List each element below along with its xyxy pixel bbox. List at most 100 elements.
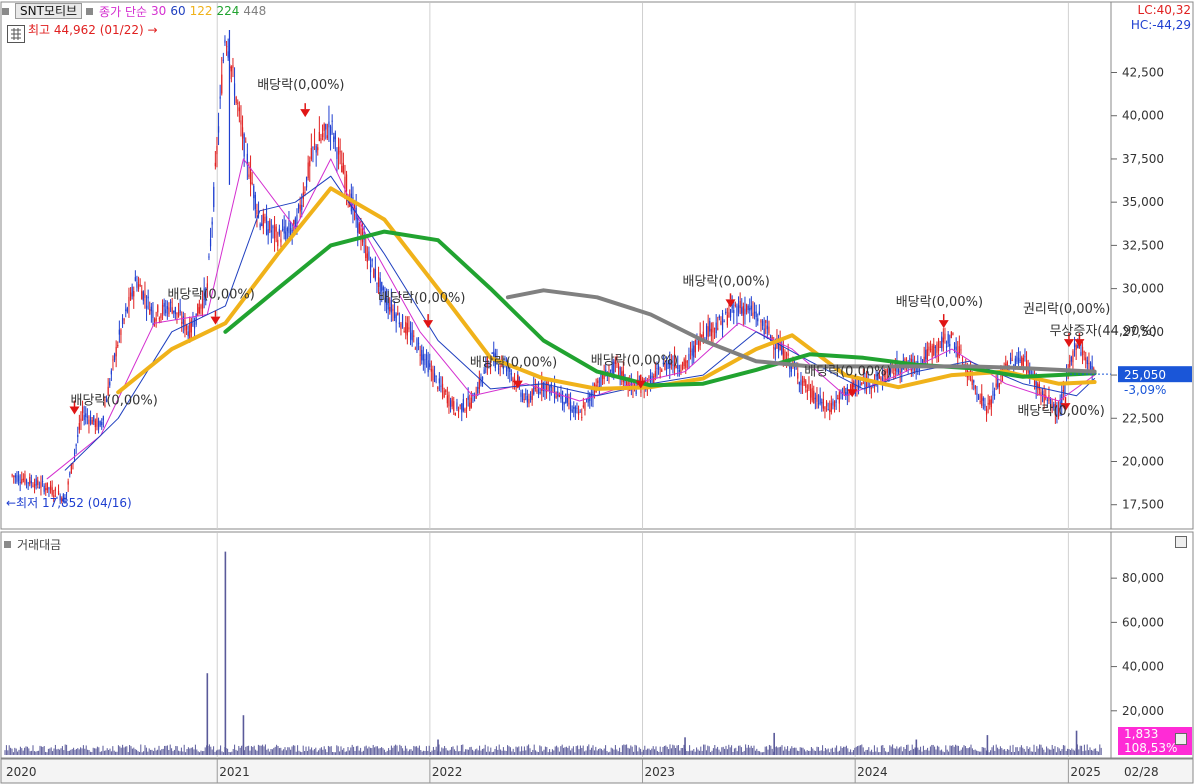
candle-body: [990, 399, 992, 408]
candle-body: [648, 376, 650, 378]
candle-body: [265, 216, 268, 235]
hc-value: HC:-44,29: [1130, 18, 1191, 32]
candle-body: [733, 309, 735, 314]
candle-body: [46, 482, 48, 491]
candle-body: [251, 182, 253, 184]
candle-body: [477, 386, 479, 394]
candle-body: [118, 329, 120, 335]
candle-body: [461, 403, 463, 413]
candle-body: [153, 318, 156, 323]
candle-body: [35, 478, 37, 486]
candle-body: [395, 314, 397, 323]
dividend-label: 배당락(0,00%): [682, 274, 769, 289]
candle-body: [976, 392, 978, 396]
candle-body: [368, 251, 370, 260]
x-axis-label: 2025: [1070, 765, 1101, 779]
candle-body: [221, 74, 223, 94]
candle-body: [48, 487, 50, 490]
candle-body: [288, 222, 290, 234]
candle-body: [974, 385, 976, 389]
candle-body: [1062, 389, 1064, 392]
candle-body: [16, 475, 18, 482]
candle-body: [510, 373, 512, 375]
grid-tool-icon[interactable]: [7, 25, 25, 43]
candle-body: [1080, 351, 1082, 356]
candle-body: [25, 479, 28, 483]
candle-body: [22, 478, 24, 481]
candle-body: [745, 304, 748, 312]
candle-body: [409, 332, 412, 340]
candle-body: [144, 293, 146, 298]
price-tick-label: 22,500: [1122, 411, 1164, 425]
candle-body: [110, 370, 112, 375]
candle-body: [94, 420, 96, 428]
candle-body: [65, 492, 68, 494]
candle-body: [981, 393, 983, 406]
candle-body: [11, 474, 13, 476]
ma-period-60: 60: [170, 4, 186, 18]
candle-body: [755, 311, 757, 318]
candle-body: [925, 349, 927, 360]
candle-body: [1083, 351, 1085, 353]
candle-body: [177, 312, 180, 317]
volume-tick-label: 20,000: [1122, 704, 1164, 718]
candle-body: [752, 312, 754, 316]
candle-body: [584, 402, 586, 411]
price-tick-label: 42,500: [1122, 66, 1164, 80]
candle-body: [929, 348, 932, 350]
symbol-name[interactable]: SNT모티브: [15, 3, 83, 19]
candle-body: [1019, 359, 1021, 361]
candle-body: [710, 328, 712, 337]
candle-body: [833, 401, 836, 407]
volume-panel-button[interactable]: [1175, 536, 1187, 548]
candle-body: [341, 165, 343, 173]
candle-body: [336, 151, 338, 159]
candle-body: [400, 323, 402, 330]
candle-body: [1043, 394, 1045, 403]
candle-body: [358, 223, 360, 234]
candle-body: [245, 141, 247, 143]
candle-body: [70, 463, 72, 474]
candle-body: [470, 397, 472, 408]
candle-body: [971, 379, 973, 386]
candle-body: [29, 477, 31, 485]
candle-body: [333, 136, 335, 142]
volume-panel-frame: [0, 531, 1112, 759]
candle-body: [1075, 345, 1077, 351]
volume-tick-label: 80,000: [1122, 571, 1164, 585]
candle-body: [992, 390, 994, 396]
candle-body: [1046, 400, 1048, 402]
candle-body: [819, 395, 821, 404]
candle-body: [984, 404, 986, 408]
candle-body: [317, 147, 319, 151]
dividend-label: 배당락(0,00%): [167, 288, 254, 303]
candle-body: [433, 373, 436, 382]
candle-body: [89, 416, 92, 424]
candle-body: [768, 326, 770, 334]
candle-body: [829, 409, 831, 413]
x-axis-label: 2020: [6, 765, 37, 779]
candle-body: [713, 328, 716, 330]
candle-body: [606, 380, 608, 382]
candle-body: [334, 132, 336, 140]
x-axis-label: 2024: [857, 765, 888, 779]
candle-body: [997, 379, 999, 388]
candle-body: [406, 323, 408, 336]
candle-body: [91, 419, 93, 425]
candle-body: [989, 399, 991, 405]
candle-body: [681, 362, 684, 370]
candle-body: [136, 282, 138, 288]
candle-body: [208, 256, 210, 258]
header-square-icon: [2, 7, 9, 15]
candle-body: [429, 363, 431, 368]
candle-body: [1069, 360, 1071, 368]
candle-body: [408, 327, 410, 330]
volume-panel-button-2[interactable]: [1175, 733, 1187, 745]
candle-body: [150, 306, 152, 312]
candle-body: [715, 322, 717, 334]
candle-body: [430, 368, 432, 372]
candle-body: [304, 191, 306, 193]
candle-body: [555, 396, 557, 398]
candle-body: [213, 186, 215, 208]
candle-body: [174, 307, 176, 315]
